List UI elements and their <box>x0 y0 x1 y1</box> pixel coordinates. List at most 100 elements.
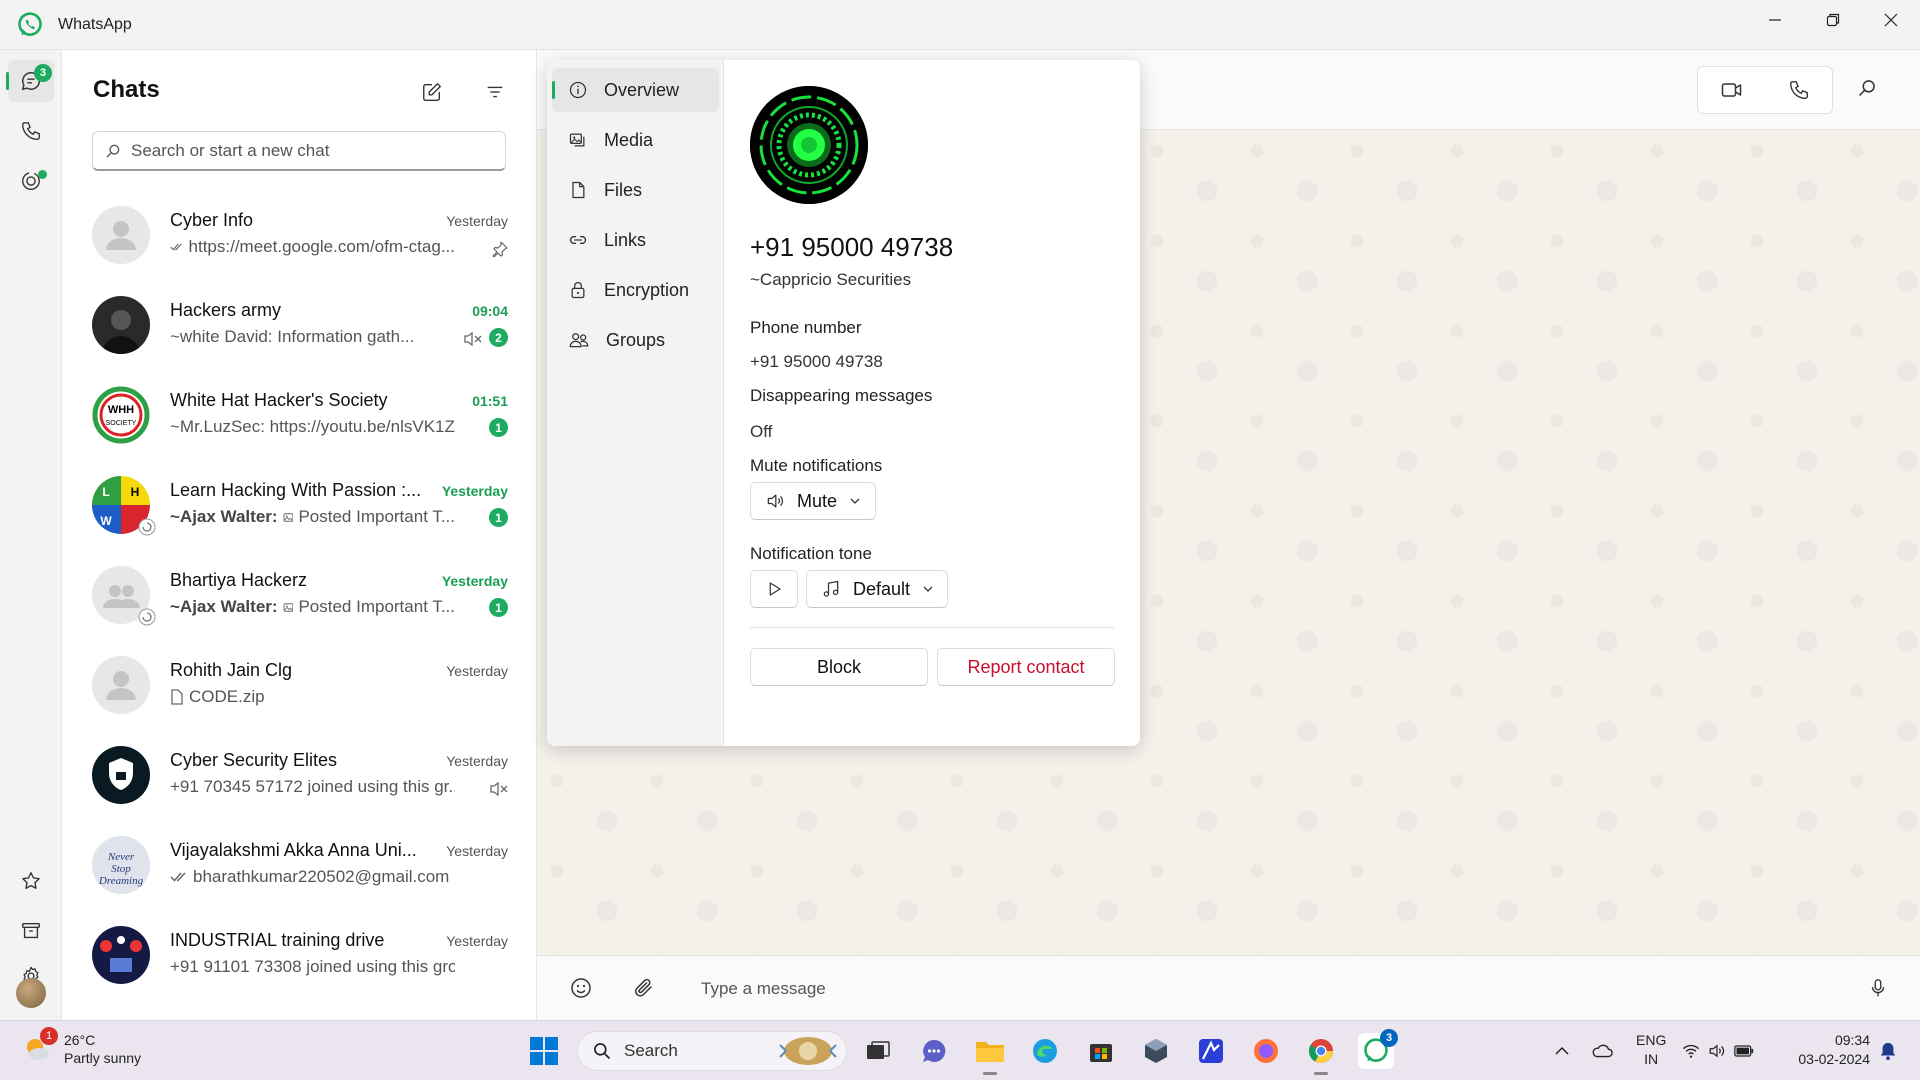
taskbar-clock[interactable]: 09:34 03-02-2024 <box>1798 1031 1870 1069</box>
nav-groups[interactable]: Groups <box>552 318 719 362</box>
store-icon <box>1090 1044 1112 1062</box>
chat-preview-text: +91 70345 57172 joined using this gr... <box>170 777 455 796</box>
search-in-chat-button[interactable] <box>1857 78 1877 98</box>
chat-row[interactable]: Never Stop Dreaming Vijayalakshmi Akka Anna… <box>62 820 536 910</box>
community-badge-icon <box>138 518 156 536</box>
taskbar-chrome[interactable] <box>1303 1033 1339 1075</box>
chat-name: Learn Hacking With Passion :... <box>170 480 420 500</box>
voice-call-button[interactable] <box>1765 67 1832 113</box>
taskbar-task-view[interactable] <box>860 1033 896 1069</box>
chat-name: Bhartiya Hackerz <box>170 570 308 590</box>
paperclip-icon <box>635 978 652 997</box>
phone-icon <box>22 122 40 140</box>
taskbar-firefox[interactable] <box>1248 1033 1284 1069</box>
clock-time: 09:34 <box>1834 1032 1870 1048</box>
wifi-icon <box>1683 1044 1699 1058</box>
nav-encryption[interactable]: Encryption <box>552 268 719 312</box>
chat-row[interactable]: INDUSTRIAL training drive Yesterday +91 91… <box>62 910 536 1000</box>
voice-message-button[interactable] <box>1867 976 1889 1000</box>
chat-row[interactable]: Hackers army 09:04 ~white David: Informati… <box>62 280 536 370</box>
region-code: IN <box>1644 1051 1659 1067</box>
chat-row[interactable]: WHH SOCIETY White Hat Hacker's Society 01:5… <box>62 370 536 460</box>
community-badge-icon <box>138 608 156 626</box>
search-highlight-image <box>779 1037 837 1065</box>
chat-time: 09:04 <box>472 303 508 319</box>
nav-label: Files <box>604 179 643 200</box>
nav-overview[interactable]: Overview <box>552 68 719 112</box>
tone-dropdown[interactable]: Default <box>806 570 948 608</box>
search-input[interactable] <box>131 140 491 161</box>
weather-widget[interactable]: 1 26°C Partly sunny <box>22 1027 141 1067</box>
profile-avatar[interactable] <box>16 978 46 1008</box>
video-camera-icon <box>1721 83 1741 97</box>
chat-row[interactable]: Cyber Info Yesterday https://meet.google.c… <box>62 190 536 280</box>
minimize-button[interactable] <box>1746 0 1804 40</box>
nav-links[interactable]: Links <box>552 218 719 262</box>
language-indicator[interactable]: ENG IN <box>1636 1031 1666 1069</box>
rail-starred-button[interactable] <box>8 860 54 902</box>
taskbar-app-cube[interactable] <box>1138 1033 1174 1069</box>
taskbar-chat-app[interactable] <box>916 1033 952 1069</box>
pin-icon <box>492 241 508 257</box>
taskbar-search[interactable]: Search <box>577 1031 847 1071</box>
chat-avatar: WHH SOCIETY <box>92 386 150 444</box>
onedrive-tray-button[interactable] <box>1584 1033 1620 1069</box>
play-tone-button[interactable] <box>750 570 798 608</box>
taskbar-file-explorer[interactable] <box>972 1033 1008 1075</box>
taskbar-edge[interactable] <box>1027 1033 1063 1069</box>
rail-settings-button-icon-wrap[interactable] <box>8 920 54 986</box>
battery-icon <box>1734 1045 1754 1057</box>
taskbar-app-blue[interactable] <box>1193 1033 1229 1069</box>
cube-app-icon <box>1145 1039 1167 1063</box>
mute-dropdown[interactable]: Mute <box>750 482 876 520</box>
tone-dropdown-label: Default <box>853 578 911 599</box>
unread-count-badge: 1 <box>489 598 508 617</box>
chat-preview-text: bharathkumar220502@gmail.com <box>193 867 450 886</box>
close-button[interactable] <box>1862 0 1920 40</box>
show-hidden-icons-button[interactable] <box>1544 1033 1580 1069</box>
chat-avatar <box>92 926 150 984</box>
chat-row[interactable]: L H W Learn Hacking With Passion :... Yester… <box>62 460 536 550</box>
chat-row[interactable]: Rohith Jain Clg Yesterday CODE.zip <box>62 640 536 730</box>
restore-button[interactable] <box>1804 0 1862 40</box>
notifications-button[interactable] <box>1870 1033 1906 1069</box>
chat-preview-sender: ~Ajax Walter: <box>170 597 278 616</box>
taskbar-whatsapp[interactable]: 3 <box>1358 1029 1398 1069</box>
chat-row[interactable]: Bhartiya Hackerz Yesterday ~Ajax Walter: Po… <box>62 550 536 640</box>
chat-row[interactable]: Cyber Security Elites Yesterday +91 70345 … <box>62 730 536 820</box>
rail-chats-button[interactable]: 3 <box>6 60 54 102</box>
nav-label: Overview <box>604 79 680 100</box>
quick-settings-button[interactable] <box>1678 1033 1758 1069</box>
chat-preview: bharathkumar220502@gmail.com <box>170 867 455 887</box>
attach-button[interactable] <box>632 976 656 1000</box>
chat-time: Yesterday <box>446 753 508 769</box>
edge-browser-icon <box>1033 1039 1057 1063</box>
nav-label: Links <box>604 229 647 250</box>
muted-speaker-icon <box>464 331 482 347</box>
filter-icon <box>487 86 503 98</box>
chevron-up-icon <box>1555 1046 1569 1055</box>
start-button[interactable] <box>526 1033 562 1069</box>
image-icon <box>283 602 293 612</box>
chat-list-panel: Chats Cyber Info Yesterday https://meet.go… <box>61 50 537 1020</box>
rail-calls-button[interactable] <box>8 110 54 152</box>
message-input[interactable] <box>701 974 1701 1004</box>
filter-chats-button[interactable] <box>481 78 509 106</box>
title-bar: WhatsApp <box>0 0 1920 50</box>
block-button[interactable]: Block <box>750 648 928 686</box>
whatsapp-logo-icon <box>18 11 42 36</box>
nav-files[interactable]: Files <box>552 168 719 212</box>
contact-profile-picture[interactable] <box>750 86 868 204</box>
window-title: WhatsApp <box>58 15 132 33</box>
taskbar-store[interactable] <box>1083 1033 1119 1069</box>
navigation-rail: 3 <box>0 50 61 1020</box>
report-contact-button[interactable]: Report contact <box>937 648 1115 686</box>
chat-search-box[interactable] <box>92 131 506 171</box>
rail-status-button[interactable] <box>8 160 54 202</box>
new-chat-button[interactable] <box>418 78 446 106</box>
nav-media[interactable]: Media <box>552 118 719 162</box>
chat-preview-text: ~white David: Information gath... <box>170 327 415 346</box>
video-call-button[interactable] <box>1698 67 1765 113</box>
emoji-button[interactable] <box>569 976 593 1000</box>
notification-tone-label: Notification tone <box>750 544 872 563</box>
